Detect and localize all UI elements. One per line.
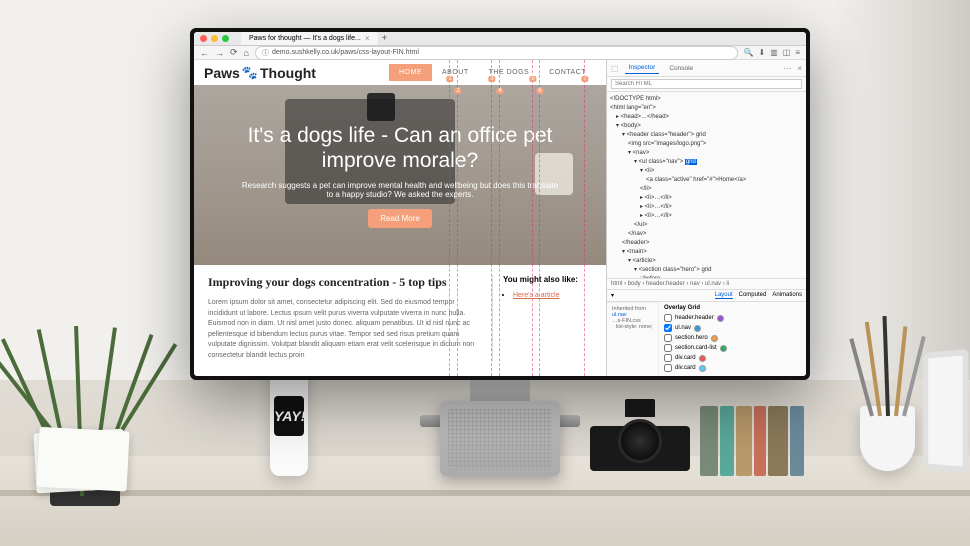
overlay-nav[interactable]: ul.nav <box>664 323 801 333</box>
read-more-button[interactable]: Read More <box>368 209 432 228</box>
download-icon[interactable]: ⬇ <box>759 48 766 57</box>
overlay-cardlist[interactable]: section.card-list <box>664 343 801 353</box>
library-icon[interactable]: ▥ <box>770 48 778 57</box>
dom-tree[interactable]: <!DOCTYPE html> <html lang="en"> ▸ <head… <box>607 92 806 278</box>
browser-toolbar: ← → ⟳ ⌂ ⓘ demo.sushkelly.co.uk/paws/css-… <box>194 46 806 60</box>
site-header: Paws 🐾 Thought HOME ABOUT THE DOGS CONTA… <box>194 60 606 85</box>
article-body: Lorem ipsum dolor sit amet, consectetur … <box>208 298 478 361</box>
menu-icon[interactable]: ≡ <box>795 48 800 57</box>
tab-console[interactable]: Console <box>665 63 697 74</box>
devtools-settings-icon[interactable]: ⋯ <box>783 64 791 73</box>
tab-title: Paws for thought — It's a dogs life... <box>249 35 361 42</box>
overlay-header[interactable]: header.header <box>664 313 801 323</box>
nav-contact[interactable]: CONTACT <box>539 64 596 81</box>
minimize-traffic-light[interactable] <box>211 35 218 42</box>
aside-link[interactable]: Here's a article <box>513 292 559 299</box>
forward-button[interactable]: → <box>215 48 224 58</box>
devtools-tabs: ⬚ Inspector Console ⋯ × <box>607 60 806 77</box>
reload-button[interactable]: ⟳ <box>230 47 238 58</box>
sidebar-aside: You might also like: Here's a article <box>492 275 592 361</box>
camera <box>590 411 690 471</box>
external-drive <box>440 401 560 476</box>
address-bar[interactable]: ⓘ demo.sushkelly.co.uk/paws/css-layout-F… <box>255 46 738 60</box>
paw-icon: 🐾 <box>242 65 258 81</box>
tab-computed[interactable]: Computed <box>739 292 767 299</box>
info-icon: ⓘ <box>262 48 269 58</box>
nav-home[interactable]: HOME <box>389 64 432 81</box>
search-icon[interactable]: 🔍 <box>744 48 754 57</box>
hero-title: It's a dogs life - Can an office pet imp… <box>248 123 553 173</box>
tab-inspector[interactable]: Inspector <box>625 62 660 74</box>
overlay-card1[interactable]: div.card <box>664 353 801 363</box>
rules-pane: Inherited from ul.nav …s-FIN.css list-st… <box>607 302 659 376</box>
devtools-close-icon[interactable]: × <box>797 64 802 73</box>
maximize-traffic-light[interactable] <box>222 35 229 42</box>
pencil-cup <box>860 406 915 471</box>
new-tab-button[interactable]: + <box>382 33 388 44</box>
sidebar-icon[interactable]: ◫ <box>783 48 791 57</box>
hero-section: It's a dogs life - Can an office pet imp… <box>194 85 606 265</box>
tab-layout[interactable]: Layout <box>715 292 733 299</box>
tab-close-icon[interactable]: × <box>365 34 370 43</box>
book-stack <box>700 406 820 476</box>
bottle-label: YAY! <box>274 396 304 436</box>
close-traffic-light[interactable] <box>200 35 207 42</box>
window-titlebar: Paws for thought — It's a dogs life... ×… <box>194 32 806 46</box>
html-search-input[interactable] <box>611 79 802 89</box>
site-nav: HOME ABOUT THE DOGS CONTACT <box>389 64 596 81</box>
aside-title: You might also like: <box>503 275 592 284</box>
breadcrumb[interactable]: html › body › header.header › nav › ul.n… <box>607 278 806 289</box>
tab-animations[interactable]: Animations <box>772 292 802 299</box>
article-title: Improving your dogs concentration - 5 to… <box>208 275 478 290</box>
overlay-hero[interactable]: section.hero <box>664 333 801 343</box>
filter-icon[interactable]: ▾ <box>611 292 614 299</box>
monitor: Paws for thought — It's a dogs life... ×… <box>190 28 810 380</box>
nav-about[interactable]: ABOUT <box>432 64 479 81</box>
inspect-icon[interactable]: ⬚ <box>611 64 619 73</box>
site-logo[interactable]: Paws 🐾 Thought <box>204 65 316 81</box>
url-text: demo.sushkelly.co.uk/paws/css-layout-FIN… <box>272 49 419 56</box>
nav-dogs[interactable]: THE DOGS <box>479 64 540 81</box>
hero-subtitle: Research suggests a pet can improve ment… <box>240 181 560 199</box>
main-article: Improving your dogs concentration - 5 to… <box>208 275 478 361</box>
business-cards <box>33 429 126 494</box>
grid-overlay-panel: Overlay Grid header.header ul.nav sectio… <box>659 302 806 376</box>
home-button[interactable]: ⌂ <box>244 48 249 58</box>
devtools-panel: ⬚ Inspector Console ⋯ × <!DOCTYPE html> … <box>606 60 806 376</box>
back-button[interactable]: ← <box>200 48 209 58</box>
webpage-viewport: Paws 🐾 Thought HOME ABOUT THE DOGS CONTA… <box>194 60 606 376</box>
browser-tab[interactable]: Paws for thought — It's a dogs life... × <box>241 32 378 45</box>
tablet <box>923 349 968 473</box>
devtools-lower-tabs: ▾ Layout Computed Animations <box>607 290 806 302</box>
overlay-card2[interactable]: div.card <box>664 363 801 373</box>
